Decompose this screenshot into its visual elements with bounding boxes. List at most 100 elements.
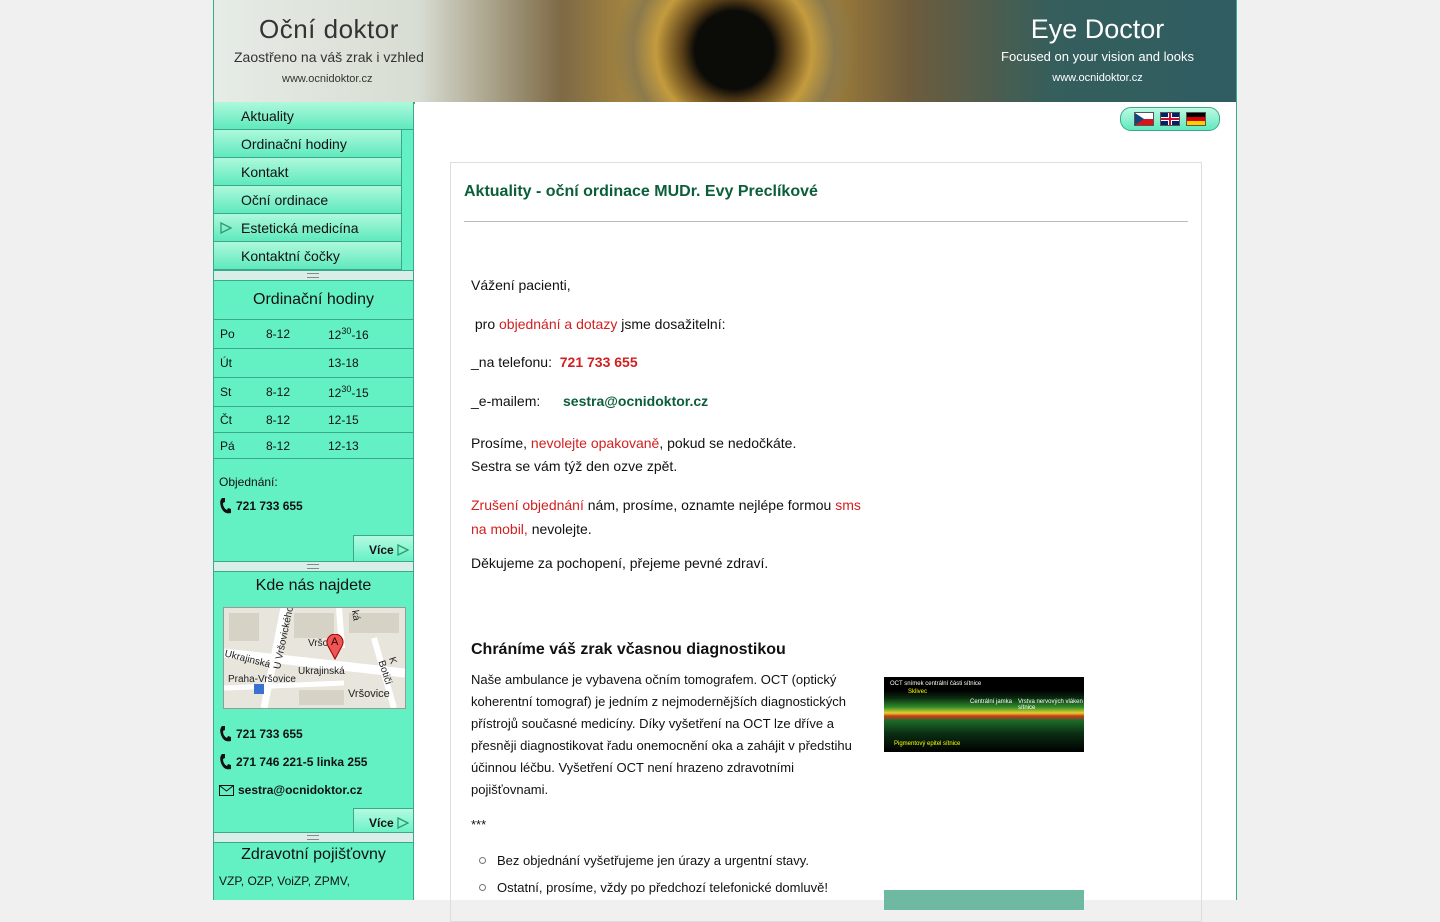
order-label: Objednání: — [219, 475, 278, 489]
afternoon-cell: 13-18 — [322, 348, 413, 378]
menu-item-ocni-ordinace[interactable]: Oční ordinace — [214, 186, 402, 214]
morning-cell: 8-12 — [260, 377, 322, 407]
callback-text: Sestra se vám týž den ozve zpět. — [471, 458, 678, 474]
afternoon-cell: 1230-15 — [322, 377, 413, 407]
location-title: Kde nás najdete — [255, 577, 372, 594]
please-pre: Prosíme, — [471, 435, 531, 451]
phone-icon — [220, 754, 231, 770]
banner-title-cz: Oční doktor — [259, 14, 399, 44]
time-sup: 30 — [341, 384, 352, 394]
oct-label: Centrální jamka — [970, 699, 1013, 705]
banner-subtitle-cz: Zaostřeno na váš zrak i vzhled — [234, 49, 424, 65]
banner-left: Oční doktor Zaostřeno na váš zrak i vzhl… — [234, 14, 424, 85]
phone-label: _na telefonu: — [471, 354, 552, 370]
content-panel: Aktuality - oční ordinace MUDr. Evy Prec… — [450, 162, 1202, 922]
second-image — [884, 890, 1084, 910]
table-row: St 8-12 1230-15 — [214, 377, 413, 407]
menu-item-label: Kontaktní čočky — [241, 248, 340, 264]
phone-icon — [220, 726, 231, 742]
list-item: Ostatní, prosíme, vždy po předchozí tele… — [477, 880, 828, 907]
menu-item-label: Kontakt — [241, 164, 289, 180]
menu-item-ordinacni-hodiny[interactable]: Ordinační hodiny — [214, 130, 402, 158]
menu-item-esteticka-medicina[interactable]: Estetická medicína — [214, 214, 402, 242]
hours-table: Po 8-12 1230-16 Út 13-18 St 8-12 1230-15… — [214, 319, 413, 459]
morning-cell: 8-12 — [260, 432, 322, 459]
please-post: , pokud se nedočkáte. — [659, 435, 797, 451]
notice-list: Bez objednání vyšetřujeme jen úrazy a ur… — [477, 853, 828, 907]
please-block: Prosíme, nevolejte opakovaně, pokud se n… — [471, 432, 796, 478]
table-row: Pá 8-12 12-13 — [214, 432, 413, 459]
time-sup: 30 — [341, 326, 352, 336]
menu-item-label: Ordinační hodiny — [241, 136, 347, 152]
afternoon-cell: 12-15 — [322, 406, 413, 433]
marker-letter: A — [331, 636, 339, 648]
banner-url-en: www.ocnidoktor.cz — [1052, 72, 1143, 84]
banner-title-en: Eye Doctor — [1030, 14, 1165, 44]
panel-splitter[interactable] — [214, 832, 413, 843]
day-cell: St — [214, 377, 260, 407]
panel-splitter[interactable] — [214, 561, 413, 572]
banner-subtitle-en: Focused on your vision and looks — [1001, 49, 1194, 64]
list-item: Bez objednání vyšetřujeme jen úrazy a ur… — [477, 853, 828, 880]
arrow-right-icon — [220, 222, 232, 234]
oct-scan-image: OCT snímek centrální části sítnice Skliv… — [884, 677, 1084, 752]
insurance-box: Zdravotní pojišťovny VZP, OZP, VoiZP, ZP… — [214, 843, 413, 888]
menu-item-aktuality[interactable]: Aktuality — [214, 102, 413, 130]
cancel-post: nevolejte. — [527, 521, 592, 537]
time-base: 12 — [328, 328, 342, 342]
hours-title: Ordinační hodiny — [253, 291, 374, 308]
morning-cell: 8-12 — [260, 406, 322, 433]
more-label: Více — [369, 816, 394, 830]
envelope-icon — [219, 784, 234, 796]
email-link[interactable]: sestra@ocnidoktor.cz — [563, 393, 708, 409]
cancel-block: Zrušení objednání nám, prosíme, oznamte … — [471, 493, 871, 541]
separator-text: *** — [471, 817, 487, 832]
map-label: ká — [348, 609, 362, 622]
oct-label: Vrstva nervových vláken sítnice — [1018, 699, 1083, 711]
time-base: 12-15 — [328, 412, 359, 427]
flag-de-icon[interactable] — [1186, 112, 1206, 126]
arrow-right-icon — [397, 544, 409, 556]
cancel-mid: nám, prosíme, oznamte nejlépe formou — [583, 497, 836, 513]
eye-image — [614, 0, 854, 102]
language-switcher — [1120, 107, 1220, 131]
please-highlight: nevolejte opakovaně — [530, 435, 660, 451]
oct-label: Sklivec — [908, 689, 928, 695]
phone-number: 721 733 655 — [236, 727, 303, 741]
menu-item-kontakt[interactable]: Kontakt — [214, 158, 402, 186]
location-email[interactable]: sestra@ocnidoktor.cz — [214, 773, 413, 801]
location-phone1: 721 733 655 — [214, 709, 413, 745]
panel-splitter[interactable] — [214, 270, 413, 281]
page-title: Aktuality - oční ordinace MUDr. Evy Prec… — [464, 163, 1188, 222]
day-cell: Čt — [214, 406, 260, 433]
menu-item-kontaktni-cocky[interactable]: Kontaktní čočky — [214, 242, 402, 270]
email-link[interactable]: sestra@ocnidoktor.cz — [238, 783, 362, 797]
order-phone: 721 733 655 — [214, 489, 413, 517]
table-row: Út 13-18 — [214, 348, 413, 378]
insurance-text: VZP, OZP, VoiZP, ZPMV, — [219, 874, 350, 888]
time-end: -15 — [351, 386, 369, 400]
time-base: 12 — [328, 386, 342, 400]
location-box: Kde nás najdete U Vršovického ká Vršo Uk… — [214, 572, 413, 836]
location-map[interactable]: U Vršovického ká Vršo Ukrajinská Ukrajin… — [223, 607, 406, 709]
sidebar: Aktuality Ordinační hodiny Kontakt Oční … — [214, 102, 414, 900]
hours-more-button[interactable]: Více — [353, 535, 413, 563]
more-label: Více — [369, 543, 394, 557]
thanks-text: Děkujeme za pochopení, přejeme pevné zdr… — [471, 555, 769, 571]
flag-cz-icon[interactable] — [1134, 112, 1154, 126]
oct-label: OCT snímek centrální části sítnice — [890, 681, 982, 687]
banner-url-cz: www.ocnidoktor.cz — [282, 73, 373, 85]
reach-line: pro objednání a dotazy jsme dosažitelní: — [471, 316, 726, 332]
map-marker-icon[interactable]: A — [326, 633, 344, 661]
phone-value[interactable]: 721 733 655 — [560, 354, 638, 370]
afternoon-cell: 1230-16 — [322, 319, 413, 349]
email-line: _e-mailem: sestra@ocnidoktor.cz — [471, 393, 708, 409]
time-end: -16 — [351, 328, 369, 342]
flag-uk-icon[interactable] — [1160, 112, 1180, 126]
oct-label: Pigmentový epitel sítnice — [894, 741, 961, 747]
reach-highlight: objednání a dotazy — [499, 316, 618, 332]
location-phone2: 271 746 221-5 linka 255 — [214, 745, 413, 773]
menu-item-label: Estetická medicína — [241, 220, 359, 236]
hours-box: Ordinační hodiny Po 8-12 1230-16 Út 13-1… — [214, 281, 413, 563]
phone-line: _na telefonu: 721 733 655 — [471, 354, 638, 370]
